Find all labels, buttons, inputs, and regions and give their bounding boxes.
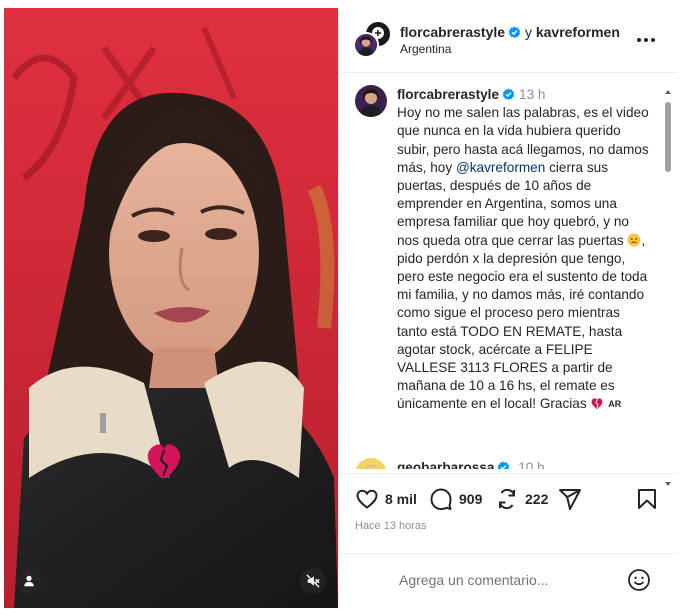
- share-count: 222: [525, 491, 549, 507]
- verified-icon: [498, 461, 510, 469]
- comment-icon: [430, 488, 452, 510]
- post-modal: florcabrerastyle y kavreformen Argentina…: [0, 0, 684, 615]
- mute-icon: [306, 574, 320, 588]
- comments-area[interactable]: florcabrerastyle 13 h Hoy no me salen las…: [339, 73, 677, 469]
- comment-time: 10 h: [518, 460, 545, 469]
- comment-button[interactable]: 909: [429, 487, 482, 511]
- verified-icon: [502, 88, 515, 101]
- post-header: florcabrerastyle y kavreformen Argentina: [339, 8, 677, 73]
- scroll-up-icon[interactable]: [664, 88, 672, 96]
- comment-header: geobarbarossa 10 h: [397, 460, 545, 469]
- more-icon: [637, 38, 641, 42]
- flag-label: AR: [608, 399, 622, 410]
- post-timestamp: Hace 13 horas: [355, 520, 427, 532]
- caption-time: 13 h: [519, 87, 546, 102]
- user-tag-icon: [24, 575, 34, 587]
- more-options-button[interactable]: [637, 32, 657, 48]
- video-frame: [4, 8, 338, 608]
- send-button[interactable]: [558, 487, 582, 511]
- broken-heart-icon: [591, 398, 603, 410]
- comment-username[interactable]: geobarbarossa: [397, 460, 494, 469]
- sad-face-icon: [627, 233, 641, 247]
- owner-avatar[interactable]: [353, 32, 379, 58]
- comment-composer: [339, 553, 677, 608]
- comments-scrollbar[interactable]: [664, 88, 672, 488]
- user-tag-button[interactable]: [16, 568, 42, 594]
- post-sidebar: florcabrerastyle y kavreformen Argentina…: [338, 8, 677, 608]
- save-button[interactable]: [635, 487, 659, 511]
- collaborator-username[interactable]: kavreformen: [536, 24, 620, 40]
- comment-avatar[interactable]: [355, 458, 387, 469]
- mute-button[interactable]: [300, 568, 326, 594]
- share-button[interactable]: 222: [495, 487, 548, 511]
- emoji-icon[interactable]: [627, 568, 651, 592]
- caption-username[interactable]: florcabrerastyle: [397, 87, 499, 102]
- like-count: 8 mil: [385, 491, 417, 507]
- post-video[interactable]: [4, 8, 338, 608]
- comment-count: 909: [459, 491, 483, 507]
- caption-text: florcabrerastyle 13 h Hoy no me salen las…: [397, 86, 649, 414]
- post-location[interactable]: Argentina: [400, 42, 451, 56]
- caption-mention[interactable]: @kavreformen: [456, 160, 545, 175]
- header-usernames: florcabrerastyle y kavreformen: [400, 24, 620, 40]
- header-connector: y: [524, 24, 532, 40]
- heart-icon: [356, 489, 378, 509]
- save-icon: [638, 489, 656, 509]
- scrollbar-thumb[interactable]: [665, 102, 671, 172]
- share-icon: [499, 489, 515, 509]
- owner-username[interactable]: florcabrerastyle: [400, 24, 505, 40]
- like-button[interactable]: 8 mil: [355, 487, 417, 511]
- verified-icon: [508, 26, 521, 39]
- caption-avatar[interactable]: [355, 85, 387, 117]
- comment-input[interactable]: [399, 568, 619, 592]
- caption-text-part3: , pido perdón x la depresión que tengo, …: [397, 232, 648, 412]
- send-icon: [559, 489, 581, 510]
